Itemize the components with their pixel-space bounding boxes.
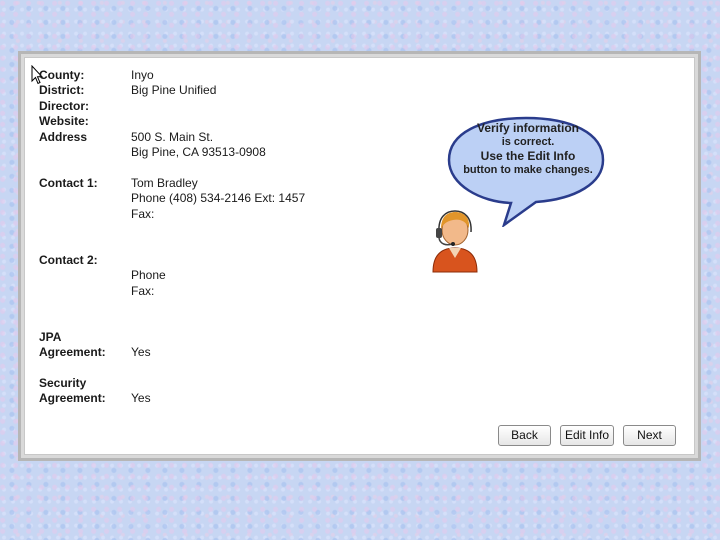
address-label: Address [39,130,88,144]
contact-2-label: Contact 2: [39,253,98,267]
contact-1-phone: Phone (408) 534-2146 Ext: 1457 [131,191,306,205]
callout-line-3: Use the Edit Info [480,149,576,163]
county-label: County: [39,68,85,82]
contact-2-phone: Phone [131,268,166,282]
support-agent-headset-icon [432,210,478,273]
contact-1-label: Contact 1: [39,176,98,190]
security-agreement-label: Agreement: [39,391,106,405]
contact-2-fax: Fax: [131,284,155,298]
callout-line-4: button to make changes. [463,164,593,176]
callout-line-2: is correct. [501,136,555,148]
jpa-value: Yes [131,345,151,359]
contact-1-fax: Fax: [131,207,155,221]
edit-info-button[interactable]: Edit Info [560,425,614,446]
district-label: District: [39,83,85,97]
record-content: County: Inyo District: Big Pine Unified … [24,57,695,455]
callout-text: Verify information is correct. Use the E… [446,121,610,177]
address-line-1: 500 S. Main St. [131,130,214,144]
record-panel: County: Inyo District: Big Pine Unified … [18,51,701,461]
district-value: Big Pine Unified [131,83,217,97]
back-button[interactable]: Back [498,425,551,446]
director-label: Director: [39,99,90,113]
contact-1-name: Tom Bradley [131,176,198,190]
county-value: Inyo [131,68,154,82]
security-label: Security [39,376,87,390]
website-label: Website: [39,114,89,128]
next-button[interactable]: Next [623,425,676,446]
jpa-label: JPA [39,330,62,344]
address-line-2: Big Pine, CA 93513-0908 [131,145,266,159]
callout-line-1: Verify information [476,121,580,135]
jpa-agreement-label: Agreement: [39,345,106,359]
security-value: Yes [131,391,151,405]
